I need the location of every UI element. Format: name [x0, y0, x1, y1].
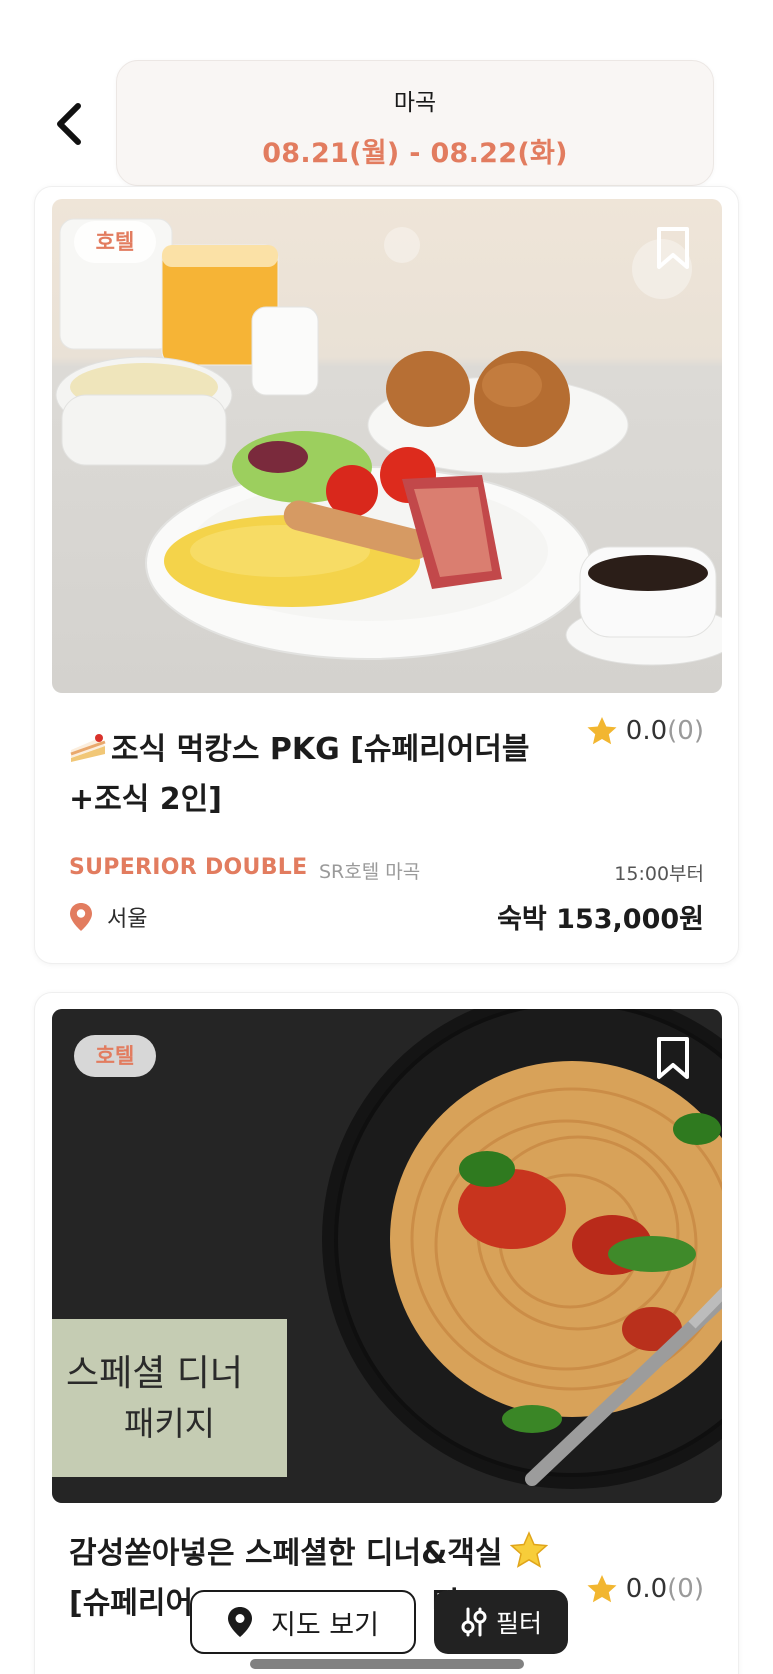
listing-title[interactable]: 조식 먹캉스 PKG [슈페리어더블 +조식 2인]	[69, 725, 569, 825]
photo-overlay-line1: 스페셜 디너	[65, 1353, 244, 1394]
map-view-button[interactable]: 지도 보기	[190, 1590, 416, 1654]
listing-title-line2: +조식 2인]	[69, 782, 222, 817]
search-summary-pill[interactable]: 마곡 08.21(월) - 08.22(화)	[116, 60, 714, 186]
back-arrow-icon[interactable]	[50, 100, 90, 148]
room-type: SUPERIOR DOUBLE	[69, 855, 308, 880]
region: 서울	[69, 901, 147, 933]
date-range: 08.21(월) - 08.22(화)	[262, 138, 568, 169]
price: 숙박 153,000원	[497, 904, 704, 935]
bookmark-icon[interactable]	[654, 225, 692, 271]
star-icon	[587, 1575, 617, 1603]
category-badge: 호텔	[74, 221, 156, 263]
home-indicator	[250, 1659, 524, 1669]
photo-overlay-text: 스페셜 디너 패키지	[52, 1349, 287, 1449]
listing-title-line2: [슈페리어	[69, 1586, 194, 1621]
rating-value: 0.0	[625, 1574, 668, 1604]
photo-overlay-line2: 패키지	[123, 1404, 216, 1443]
listing-title-line1: 조식 먹캉스 PKG [슈페리어더블	[111, 732, 530, 767]
listing-title-line1: 감성쏟아넣은 스페셜한 디너&객실	[69, 1536, 503, 1571]
rating: 0.0 (0)	[586, 715, 704, 747]
bookmark-icon[interactable]	[654, 1035, 692, 1081]
listing-photo-pasta: 스페셜 디너 패키지 호텔	[52, 1009, 722, 1503]
top-bar: 마곡 08.21(월) - 08.22(화)	[0, 0, 773, 200]
review-count: (0)	[667, 716, 704, 746]
rating: 0.0 (0)	[586, 1573, 704, 1605]
listing-photo-breakfast: 호텔	[52, 199, 722, 693]
map-pin-icon	[228, 1607, 253, 1637]
filter-label: 필터	[495, 1609, 542, 1638]
checkin-time: 15:00부터	[614, 863, 704, 885]
filter-button[interactable]: 필터	[434, 1590, 568, 1654]
cake-emoji-icon	[70, 734, 106, 762]
map-view-label: 지도 보기	[271, 1609, 379, 1641]
star-icon	[587, 717, 617, 745]
location-pin-icon	[70, 903, 92, 931]
review-count: (0)	[667, 1574, 704, 1604]
listing-card[interactable]: 호텔 조식 먹캉스 PKG [슈페리어더블 +조식 2인] 0.0 (0) SUP…	[34, 186, 739, 964]
location-label: 마곡	[393, 90, 437, 116]
hotel-name: SR호텔 마곡	[319, 861, 421, 883]
category-badge: 호텔	[74, 1035, 156, 1077]
listing-card[interactable]: 스페셜 디너 패키지 호텔 감성쏟아넣은 스페셜한 디너&객실 [슈페리어 더 …	[34, 992, 739, 1674]
region-label: 서울	[107, 907, 148, 932]
filter-sliders-icon	[461, 1607, 487, 1637]
star-emoji-icon	[510, 1531, 549, 1568]
rating-value: 0.0	[625, 716, 668, 746]
